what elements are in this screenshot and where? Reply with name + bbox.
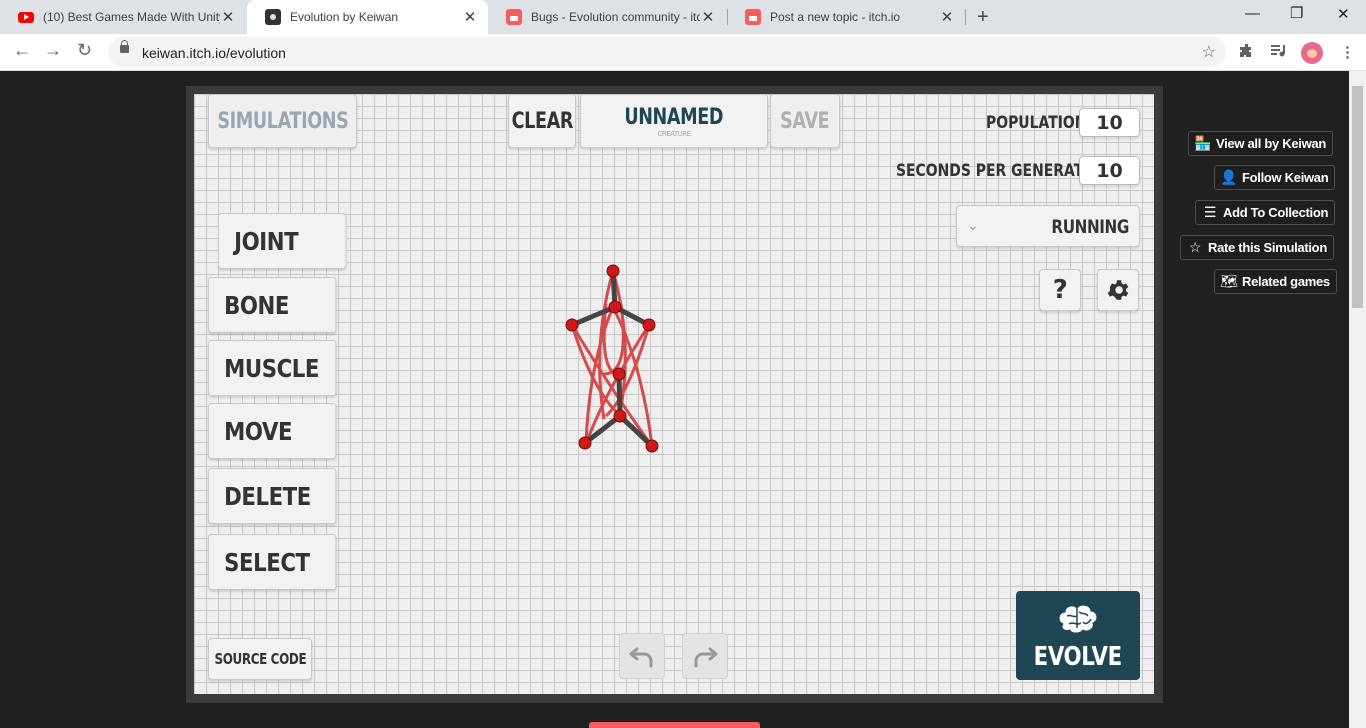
related-games-label: Related games — [1242, 274, 1330, 289]
close-tab-icon[interactable]: ✕ — [939, 8, 955, 26]
star-icon: ☆ — [1188, 239, 1202, 255]
source-code-button[interactable]: SOURCE CODE — [208, 638, 312, 680]
view-all-button[interactable]: 🏪 View all by Keiwan — [1188, 131, 1333, 156]
itchio-icon — [745, 9, 761, 25]
minimize-icon[interactable]: — — [1245, 5, 1260, 22]
follow-button[interactable]: 👤 Follow Keiwan — [1214, 165, 1336, 190]
tab-title: Post a new topic - itch.io — [770, 10, 901, 24]
url-text: keiwan.itch.io/evolution — [142, 45, 286, 61]
undo-button[interactable] — [619, 633, 665, 679]
follow-icon: 👤 — [1220, 169, 1238, 185]
evolve-label: EVOLVE — [1033, 642, 1123, 672]
redo-button[interactable] — [682, 633, 728, 679]
rate-button[interactable]: ☆ Rate this Simulation — [1180, 235, 1334, 260]
tab-youtube[interactable]: (10) Best Games Made With Unity ✕ — [0, 0, 246, 34]
forward-icon[interactable]: → — [44, 40, 62, 61]
tab-evolution[interactable]: Evolution by Keiwan ✕ — [247, 0, 488, 34]
close-tab-icon[interactable]: ✕ — [462, 8, 478, 26]
store-icon: 🏪 — [1194, 135, 1212, 151]
game-canvas[interactable]: SIMULATIONS CLEAR UNNAMED CREATURE SAVE … — [194, 94, 1154, 694]
follow-label: Follow Keiwan — [1242, 170, 1329, 185]
youtube-icon — [18, 11, 34, 23]
new-tab-icon[interactable]: + — [977, 6, 989, 29]
extensions-icon[interactable] — [1239, 43, 1255, 63]
tab-post-topic[interactable]: Post a new topic - itch.io ✕ — [727, 0, 965, 34]
lock-icon — [120, 40, 129, 53]
back-icon[interactable]: ← — [13, 40, 31, 61]
tab-title: (10) Best Games Made With Unity — [43, 10, 220, 24]
itchio-icon — [506, 9, 522, 25]
profile-avatar[interactable] — [1301, 42, 1323, 64]
close-tab-icon[interactable]: ✕ — [220, 8, 236, 26]
game-icon — [265, 9, 281, 25]
map-icon: 🗺 — [1220, 273, 1238, 289]
view-all-label: View all by Keiwan — [1216, 136, 1326, 151]
collection-icon: ☰ — [1203, 204, 1217, 220]
tab-separator — [965, 9, 966, 25]
menu-icon[interactable]: ⋮ — [1340, 43, 1355, 61]
tab-bugs[interactable]: Bugs - Evolution community - itch.io ✕ — [488, 0, 726, 34]
page-scrollbar-thumb[interactable] — [1352, 86, 1363, 308]
close-window-icon[interactable]: ✕ — [1337, 5, 1350, 23]
restore-icon[interactable]: ❐ — [1290, 4, 1303, 22]
reload-icon[interactable]: ↻ — [77, 40, 92, 61]
add-to-collection-label: Add To Collection — [1223, 205, 1329, 220]
add-to-collection-button[interactable]: ☰ Add To Collection — [1195, 200, 1336, 225]
source-code-label: SOURCE CODE — [214, 650, 306, 668]
rate-label: Rate this Simulation — [1208, 240, 1327, 255]
brain-icon — [1058, 604, 1098, 634]
close-tab-icon[interactable]: ✕ — [700, 8, 716, 26]
redo-icon — [694, 647, 718, 668]
browser-toolbar: ← → ↻ keiwan.itch.io/evolution ☆ ⋮ — [0, 34, 1366, 71]
tab-title: Evolution by Keiwan — [290, 10, 399, 24]
tab-strip: (10) Best Games Made With Unity ✕ Evolut… — [0, 0, 1366, 34]
bookmark-star-icon[interactable]: ☆ — [1202, 42, 1216, 62]
creature-drawing[interactable] — [194, 94, 1154, 694]
tab-title: Bugs - Evolution community - itch.io — [531, 10, 700, 24]
related-games-button[interactable]: 🗺 Related games — [1214, 269, 1337, 294]
media-control-icon[interactable] — [1271, 43, 1287, 61]
download-bar[interactable] — [589, 722, 760, 728]
undo-icon — [629, 647, 653, 668]
evolve-button[interactable]: EVOLVE — [1016, 591, 1140, 680]
address-bar[interactable]: keiwan.itch.io/evolution ☆ — [108, 37, 1226, 67]
